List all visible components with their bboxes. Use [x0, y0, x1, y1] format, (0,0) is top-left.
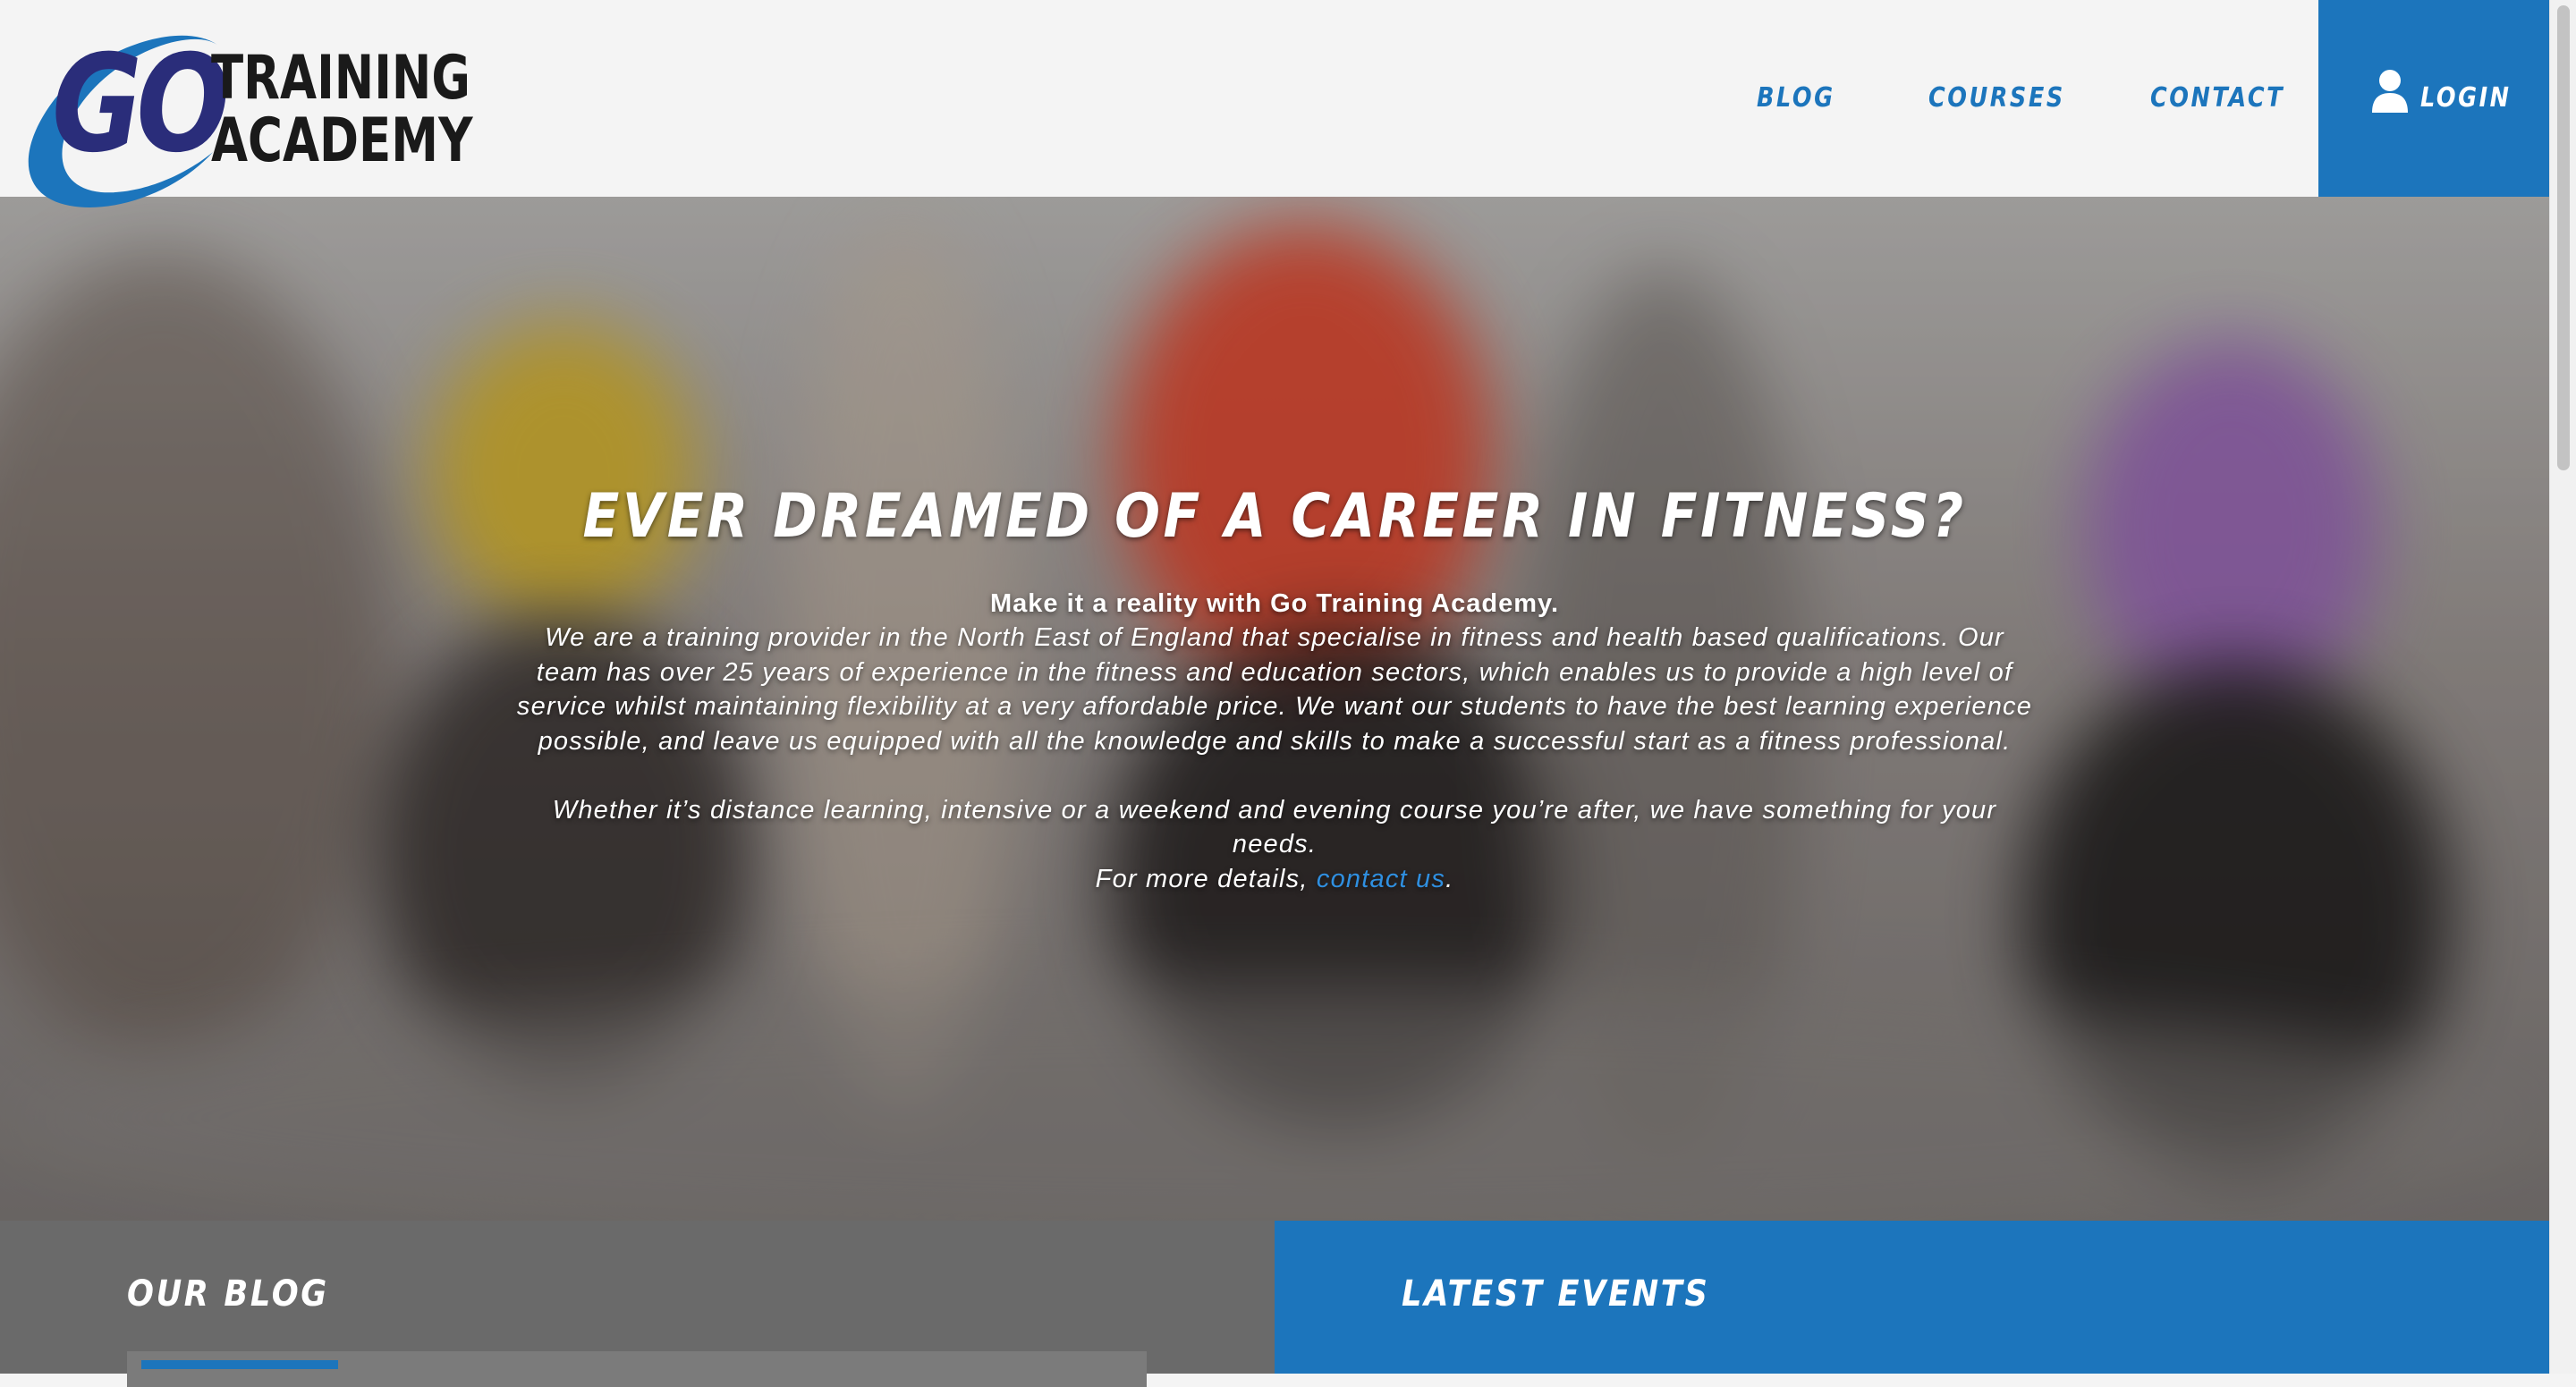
logo-go-text: GO: [52, 27, 230, 182]
nav-courses-link[interactable]: COURSES: [1928, 80, 2065, 116]
hero-title-text: Ever dreamed of a career in fitness?: [582, 481, 1967, 552]
hero-paragraph-2-suffix: .: [1445, 864, 1454, 893]
login-button[interactable]: LOGIN: [2318, 0, 2549, 197]
login-label: LOGIN: [2420, 82, 2512, 114]
nav-contact-link[interactable]: CONTACT: [2150, 80, 2284, 116]
scrollbar-thumb[interactable]: [2557, 5, 2570, 470]
logo-academy-text: ACADEMY: [211, 106, 473, 176]
user-icon: [2372, 70, 2408, 113]
blog-card-tab: [141, 1360, 338, 1369]
blog-section: Our Blog: [0, 1221, 1275, 1387]
hero-title: Ever dreamed of a career in fitness?: [0, 481, 2549, 553]
nav-blog-link[interactable]: BLOG: [1757, 80, 1835, 116]
hero-paragraph-1: We are a training provider in the North …: [516, 623, 2033, 756]
hero-paragraph-2-line1: Whether it’s distance learning, intensiv…: [552, 795, 1997, 859]
page-scrollbar[interactable]: [2549, 0, 2576, 1374]
blog-section-title: Our Blog: [127, 1273, 329, 1315]
hero-lead: Make it a reality with Go Training Acade…: [989, 589, 1560, 618]
logo-training-text: TRAINING: [211, 43, 470, 114]
blog-card[interactable]: [127, 1351, 1147, 1387]
hero-body: We are a training provider in the North …: [514, 621, 2035, 896]
hero-paragraph-2: Whether it’s distance learning, intensiv…: [514, 793, 2035, 897]
site-logo[interactable]: GO TRAINING ACADEMY: [16, 18, 481, 215]
contact-us-link[interactable]: contact us: [1317, 865, 1445, 893]
hero-banner: Ever dreamed of a career in fitness? Mak…: [0, 197, 2549, 1221]
hero-paragraph-2-prefix: For more details,: [1095, 864, 1317, 893]
events-section-title: Latest Events: [1402, 1273, 1710, 1315]
events-section: Latest Events: [1275, 1221, 2549, 1374]
site-header: GO TRAINING ACADEMY BLOG COURSES CONTACT…: [0, 0, 2549, 207]
